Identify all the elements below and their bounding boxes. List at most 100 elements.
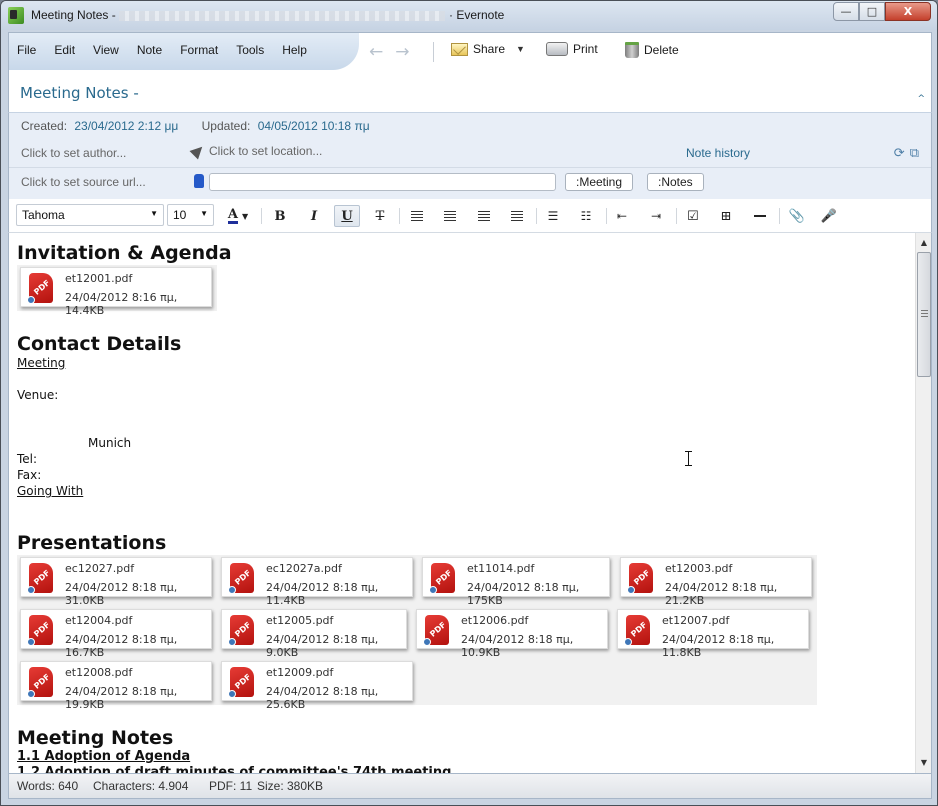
font-size-select[interactable]: 10 ▼	[167, 204, 214, 226]
attachment-pdf[interactable]: PDF et11014.pdf 24/04/2012 8:18 πμ, 175KB	[422, 557, 610, 607]
attachment-info: 24/04/2012 8:18 πμ, 10.9KB	[461, 633, 574, 659]
outdent-button[interactable]: ⇤	[609, 205, 635, 227]
maximize-button[interactable]: □	[859, 2, 885, 21]
meta-divider	[9, 167, 931, 168]
back-arrow-icon[interactable]: ←	[369, 42, 383, 62]
attachment-pdf[interactable]: PDF et12001.pdf 24/04/2012 8:16 πμ, 14.4…	[20, 267, 212, 317]
attachment-pdf[interactable]: PDF et12007.pdf 24/04/2012 8:18 πμ, 11.8KB	[617, 609, 809, 659]
print-button[interactable]: Print	[546, 42, 598, 56]
contact-going-with: Going With	[17, 484, 84, 498]
delete-button[interactable]: Delete	[625, 42, 679, 58]
attachment-info: 24/04/2012 8:18 πμ, 175KB	[467, 581, 580, 607]
numbered-list-button[interactable]: ☷	[573, 205, 599, 227]
tag-notes[interactable]: :Notes	[647, 173, 704, 191]
window-title: Meeting Notes -	[31, 8, 116, 22]
printer-icon	[546, 42, 568, 56]
italic-button[interactable]: I	[301, 205, 327, 227]
attachment-info: 24/04/2012 8:18 πμ, 31.0KB	[65, 581, 178, 607]
attach-button[interactable]: 📎	[784, 205, 810, 227]
menu-help[interactable]: Help	[282, 43, 307, 57]
pdf-icon: PDF	[27, 667, 53, 698]
toolbar-separator	[676, 208, 677, 224]
attachment-pdf[interactable]: PDF et12009.pdf 24/04/2012 8:18 πμ, 25.6KB	[221, 661, 413, 711]
attachment-info: 24/04/2012 8:16 πμ, 14.4KB	[65, 291, 178, 317]
attachment-pdf[interactable]: PDF et12005.pdf 24/04/2012 8:18 πμ, 9.0KB	[221, 609, 407, 659]
strikethrough-button[interactable]: T	[367, 205, 393, 227]
author-field[interactable]: Click to set author...	[21, 146, 126, 160]
tag-meeting[interactable]: :Meeting	[565, 173, 634, 191]
note-metadata: Created: 23/04/2012 2:12 μμ Updated: 04/…	[8, 113, 932, 199]
share-button[interactable]: Share ▼	[451, 42, 525, 56]
close-button[interactable]: X	[885, 2, 931, 21]
collapse-header-icon[interactable]: ^	[917, 94, 925, 104]
chevron-down-icon: ▼	[241, 211, 249, 221]
attachment-pdf[interactable]: PDF et12004.pdf 24/04/2012 8:18 πμ, 16.7KB	[20, 609, 212, 659]
scroll-down-icon[interactable]: ▼	[916, 755, 932, 771]
share-dropdown-icon[interactable]: ▼	[516, 44, 525, 54]
vertical-scrollbar[interactable]: ▲ ▼	[915, 233, 932, 773]
attachment-pdf[interactable]: PDF et12006.pdf 24/04/2012 8:18 πμ, 10.9KB	[416, 609, 608, 659]
scroll-up-icon[interactable]: ▲	[916, 235, 932, 251]
font-family-value: Tahoma	[22, 208, 65, 222]
menu-edit[interactable]: Edit	[54, 43, 75, 57]
underline-button[interactable]: U	[334, 205, 360, 227]
scroll-thumb[interactable]	[917, 252, 931, 377]
align-center-icon	[444, 210, 456, 222]
title-bar: Meeting Notes - · Evernote — □ X	[1, 1, 937, 30]
heading-invitation: Invitation & Agenda	[17, 242, 232, 264]
tag-input[interactable]	[209, 173, 556, 191]
minimize-button[interactable]: —	[833, 2, 859, 21]
bullet-list-button[interactable]: ☰	[540, 205, 566, 227]
checkbox-button[interactable]: ☑	[680, 205, 706, 227]
note-editor[interactable]: Invitation & Agenda PDF et12001.pdf 24/0…	[8, 233, 916, 773]
align-right-button[interactable]	[471, 205, 497, 227]
note-title[interactable]: Meeting Notes -	[20, 84, 139, 102]
indent-button[interactable]: ⇥	[643, 205, 669, 227]
attachment-info: 24/04/2012 8:18 πμ, 21.2KB	[665, 581, 778, 607]
location-field[interactable]: Click to set location...	[189, 142, 322, 160]
presentation-mode-icon[interactable]: ⧉	[910, 145, 919, 161]
updated-value: 04/05/2012 10:18 πμ	[257, 119, 370, 133]
menu-tools[interactable]: Tools	[236, 43, 264, 57]
contact-meeting-link[interactable]: Meeting	[17, 356, 65, 370]
navigation-arrows: ← →	[369, 42, 410, 62]
agenda-item: 1.1 Adoption of Agenda	[17, 749, 191, 764]
table-button[interactable]: ⊞	[713, 205, 739, 227]
checkbox-icon: ☑	[687, 208, 699, 224]
contact-venue: Venue:	[17, 388, 59, 402]
horizontal-rule-icon	[754, 215, 766, 217]
source-url-field[interactable]: Click to set source url...	[21, 175, 146, 189]
updated-label: Updated:	[201, 119, 251, 133]
evernote-window: Meeting Notes - · Evernote — □ X File Ed…	[0, 0, 938, 806]
attachment-pdf[interactable]: PDF ec12027a.pdf 24/04/2012 8:18 πμ, 11.4K…	[221, 557, 413, 607]
attachment-info: 24/04/2012 8:18 πμ, 16.7KB	[65, 633, 178, 659]
pdf-icon: PDF	[27, 563, 53, 594]
justify-button[interactable]	[504, 205, 530, 227]
sync-icon[interactable]: ⟳	[894, 145, 905, 161]
contact-city: Munich	[88, 436, 132, 450]
attachment-pdf[interactable]: PDF et12003.pdf 24/04/2012 8:18 πμ, 21.2KB	[620, 557, 812, 607]
heading-presentations: Presentations	[17, 532, 167, 554]
forward-arrow-icon[interactable]: →	[395, 42, 409, 62]
menu-view[interactable]: View	[93, 43, 119, 57]
menu-note[interactable]: Note	[137, 43, 162, 57]
align-center-button[interactable]	[437, 205, 463, 227]
bullet-list-icon: ☰	[547, 209, 559, 223]
horizontal-rule-button[interactable]	[747, 205, 773, 227]
attachment-pdf[interactable]: PDF ec12027.pdf 24/04/2012 8:18 πμ, 31.0KB	[20, 557, 212, 607]
note-history-link[interactable]: Note history	[686, 146, 750, 160]
menu-file[interactable]: File	[17, 43, 36, 57]
font-color-button[interactable]: A ▼	[221, 205, 255, 227]
font-family-select[interactable]: Tahoma ▼	[16, 204, 164, 226]
bold-button[interactable]: B	[267, 205, 293, 227]
pdf-icon: PDF	[228, 667, 254, 698]
note-dates: Created: 23/04/2012 2:12 μμ Updated: 04/…	[21, 119, 370, 133]
attachment-pdf[interactable]: PDF et12008.pdf 24/04/2012 8:18 πμ, 19.9KB	[20, 661, 212, 711]
record-audio-button[interactable]: 🎤	[816, 205, 842, 227]
attachment-info: 24/04/2012 8:18 πμ, 19.9KB	[65, 685, 178, 711]
align-left-button[interactable]	[404, 205, 430, 227]
menu-format[interactable]: Format	[180, 43, 218, 57]
menu-toolbar: File Edit View Note Format Tools Help ← …	[8, 32, 932, 70]
numbered-list-icon: ☷	[580, 209, 592, 223]
attachment-name: et12004.pdf	[65, 614, 133, 627]
